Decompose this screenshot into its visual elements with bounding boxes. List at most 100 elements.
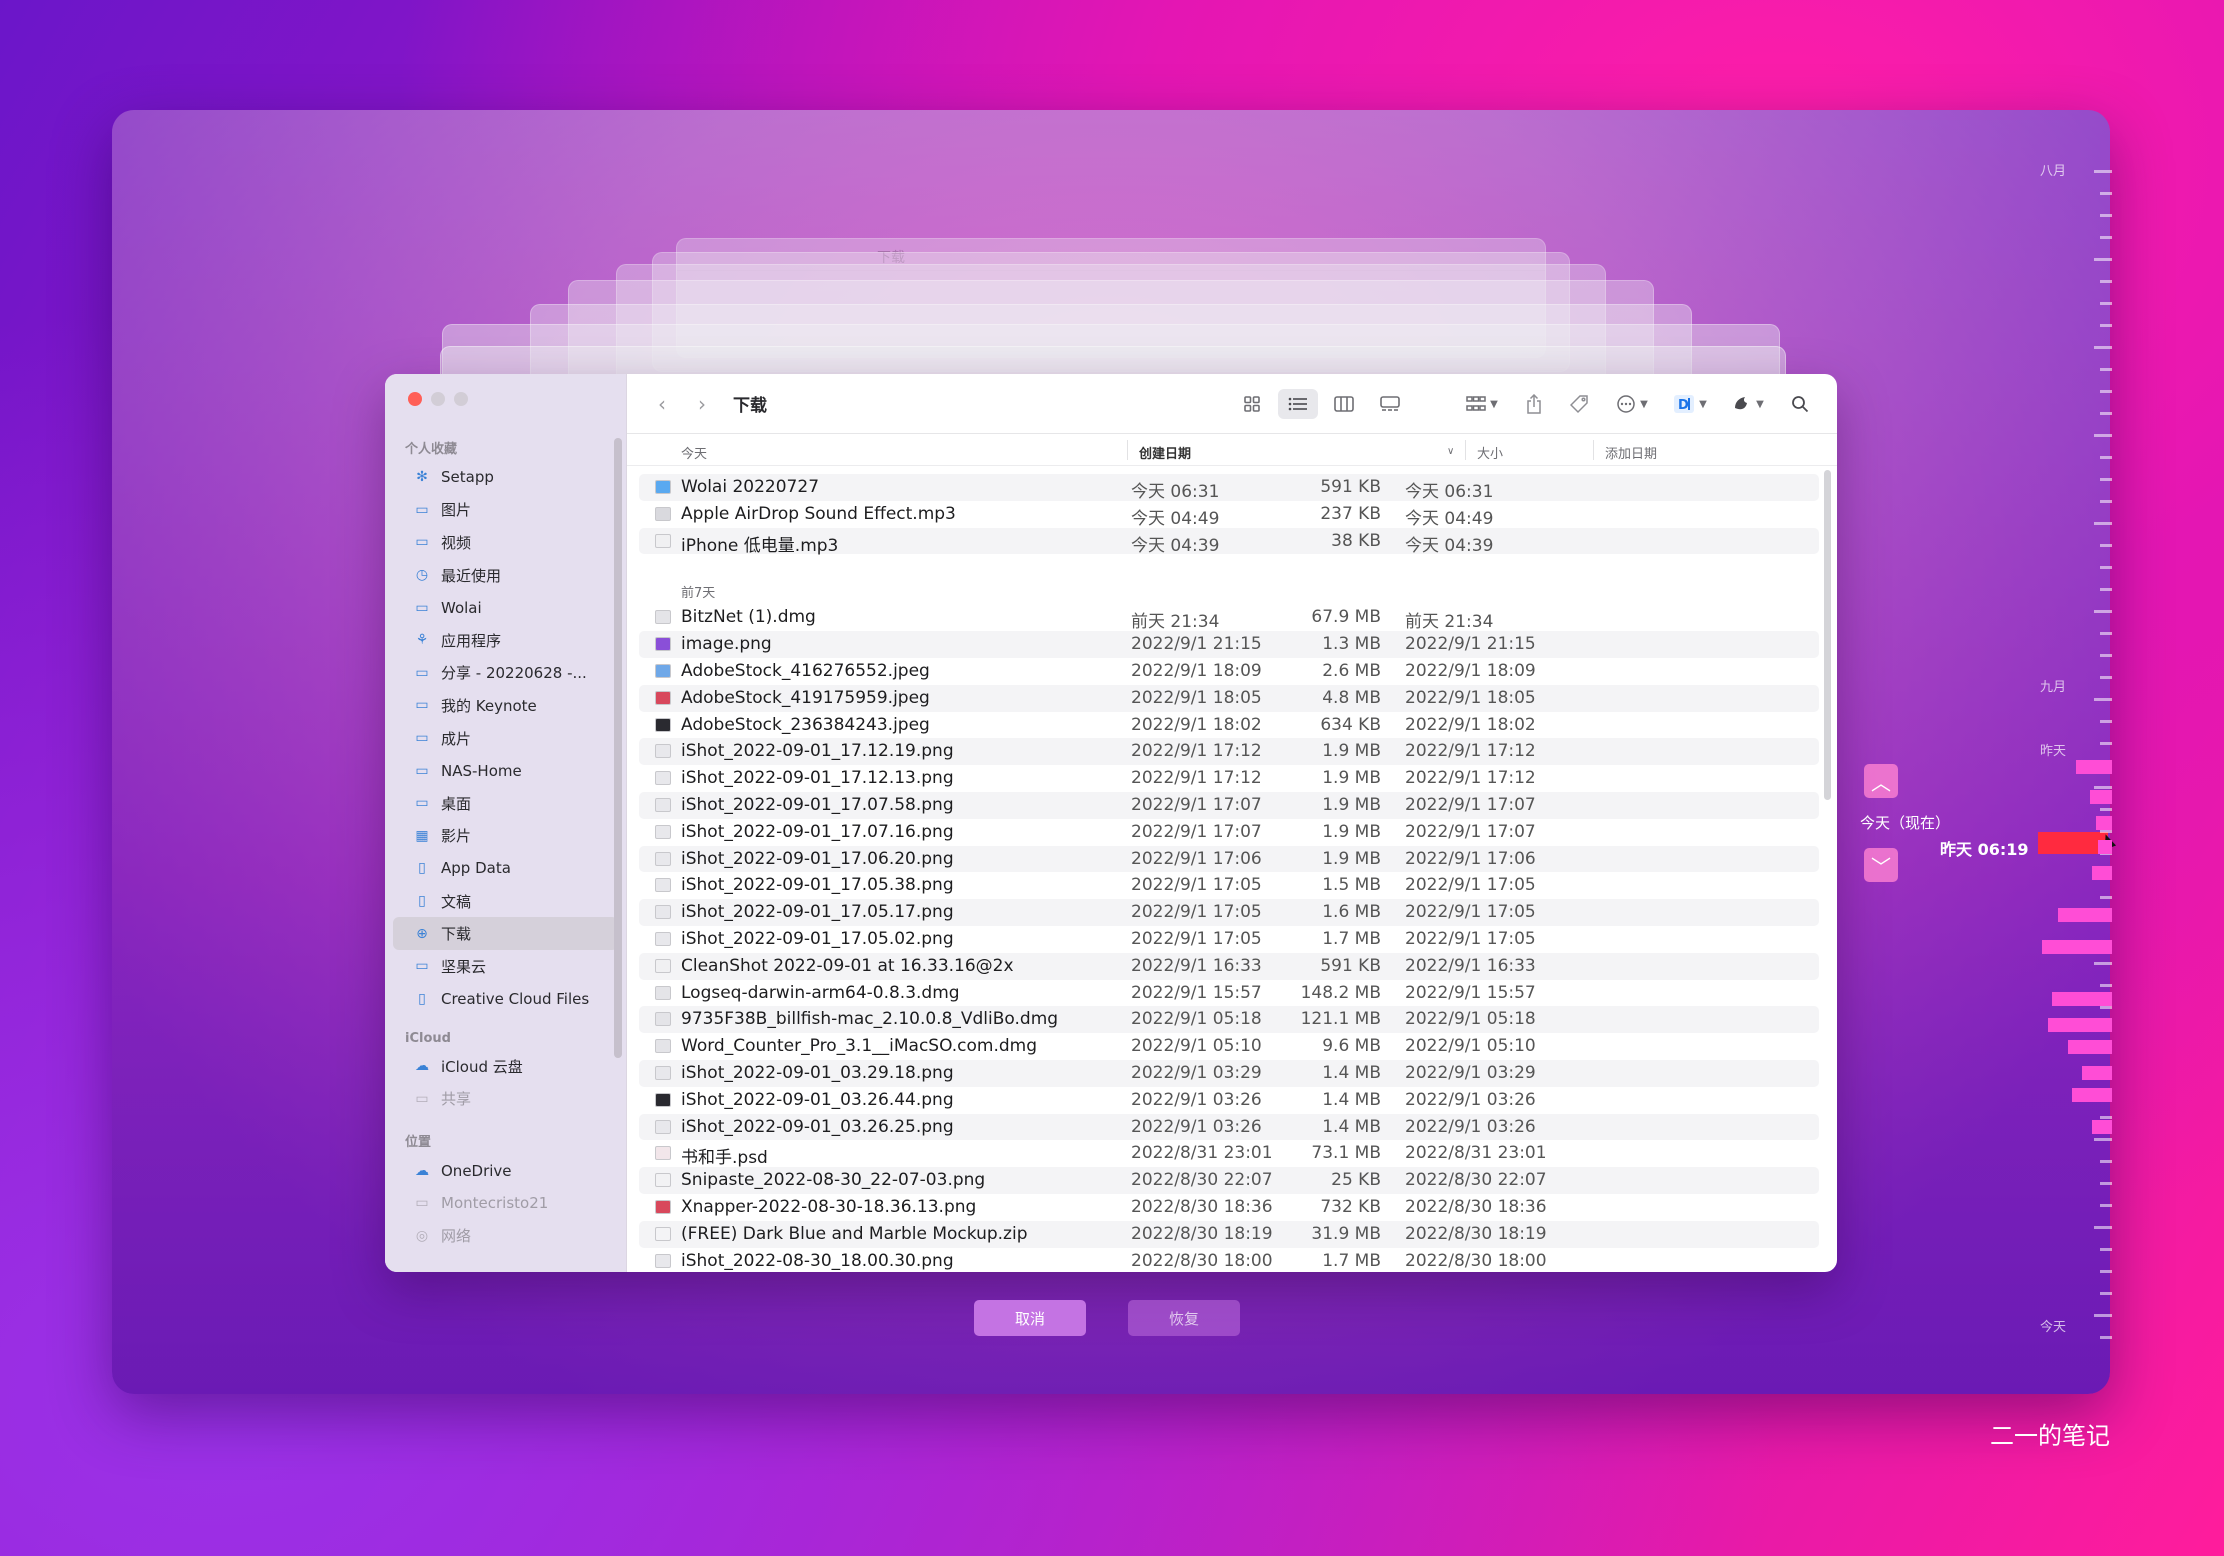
table-row[interactable]: AdobeStock_416276552.jpeg 2022/9/1 18:09 2… — [639, 658, 1819, 685]
sidebar-item[interactable]: ◎ 网络 — [393, 1219, 618, 1252]
sidebar-item[interactable]: ▭ NAS-Home — [393, 754, 618, 787]
group-by-icon[interactable]: ▼ — [1453, 389, 1511, 419]
timeline-tick[interactable] — [2100, 1248, 2112, 1251]
timeline-tick[interactable] — [2094, 170, 2112, 173]
sidebar-item[interactable]: ▭ 坚果云 — [393, 950, 618, 983]
timeline-tick[interactable] — [2094, 786, 2112, 789]
timeline-tick[interactable] — [2100, 830, 2112, 833]
sidebar-item[interactable]: ▯ 文稿 — [393, 885, 618, 918]
list-view-icon[interactable] — [1278, 389, 1318, 419]
timeline-snapshot-bar[interactable] — [2092, 1120, 2112, 1134]
timeline-tick[interactable] — [2100, 654, 2112, 657]
table-row[interactable]: iShot_2022-09-01_17.12.13.png 2022/9/1 17… — [639, 765, 1819, 792]
timeline-tick[interactable] — [2100, 192, 2112, 195]
table-row[interactable]: iShot_2022-09-01_17.06.20.png 2022/9/1 17… — [639, 845, 1819, 873]
timeline-tick[interactable] — [2100, 984, 2112, 987]
timeline-tick[interactable] — [2094, 258, 2112, 261]
sidebar-item[interactable]: ▭ 成片 — [393, 722, 618, 755]
timeline-tick[interactable] — [2100, 808, 2112, 811]
timeline-tick[interactable] — [2100, 1204, 2112, 1207]
sidebar-item[interactable]: ◷ 最近使用 — [393, 559, 618, 592]
sidebar-item[interactable]: ⚘ 应用程序 — [393, 624, 618, 657]
timeline-tick[interactable] — [2094, 1138, 2112, 1141]
table-row[interactable]: Word_Counter_Pro_3.1__iMacSO.com.dmg 2022… — [639, 1033, 1819, 1060]
sidebar-item[interactable]: ☁ OneDrive — [393, 1154, 618, 1187]
share-icon[interactable] — [1511, 389, 1557, 419]
timeline-snapshot-bar[interactable] — [2068, 1040, 2112, 1054]
search-icon[interactable] — [1777, 389, 1823, 419]
table-row[interactable]: CleanShot 2022-09-01 at 16.33.16@2x 2022/… — [639, 952, 1819, 980]
table-row[interactable]: 9735F38B_billfish-mac_2.10.0.8_VdliBo.dm… — [639, 1006, 1819, 1034]
table-row[interactable]: iPhone 低电量.mp3 今天 04:39 38 KB 今天 04:39 — [639, 527, 1819, 556]
timeline-tick[interactable] — [2094, 1314, 2112, 1317]
table-row[interactable]: iShot_2022-09-01_17.07.16.png 2022/9/1 17… — [639, 819, 1819, 846]
table-row[interactable]: iShot_2022-09-01_17.07.58.png 2022/9/1 17… — [639, 791, 1819, 819]
timeline-tick[interactable] — [2100, 676, 2112, 679]
timeline-snapshot-bar[interactable] — [2042, 940, 2112, 954]
table-row[interactable]: iShot_2022-09-01_03.29.18.png 2022/9/1 03… — [639, 1059, 1819, 1087]
file-list-scrollbar[interactable] — [1824, 470, 1831, 800]
table-row[interactable]: Wolai 20220727 今天 06:31 591 KB 今天 06:31 — [639, 474, 1819, 502]
sidebar-item[interactable]: ⊕ 下载 — [393, 917, 618, 950]
restore-button[interactable]: 恢复 — [1128, 1300, 1240, 1336]
sidebar-item[interactable]: ✻ Setapp — [393, 461, 618, 494]
timeline-tick[interactable] — [2100, 1336, 2112, 1339]
table-row[interactable]: iShot_2022-08-30_18.00.30.png 2022/8/30 1… — [639, 1248, 1819, 1272]
timeline-tick[interactable] — [2100, 280, 2112, 283]
timeline-tick[interactable] — [2100, 478, 2112, 481]
timeline-tick[interactable] — [2100, 896, 2112, 899]
table-row[interactable]: iShot_2022-09-01_17.05.38.png 2022/9/1 17… — [639, 872, 1819, 899]
icon-view-icon[interactable] — [1229, 389, 1275, 419]
timeline-tick[interactable] — [2094, 610, 2112, 613]
table-row[interactable]: iShot_2022-09-01_03.26.44.png 2022/9/1 03… — [639, 1087, 1819, 1114]
table-row[interactable]: image.png 2022/9/1 21:15 1.3 MB 2022/9/1 21… — [639, 631, 1819, 658]
timeline-snapshot-bar[interactable] — [2058, 908, 2112, 922]
table-row[interactable]: Xnapper-2022-08-30-18.36.13.png 2022/8/30… — [639, 1194, 1819, 1221]
timeline-tick[interactable] — [2100, 1270, 2112, 1273]
timeline-tick[interactable] — [2100, 236, 2112, 239]
timeline-tick[interactable] — [2100, 412, 2112, 415]
timeline-tick[interactable] — [2100, 720, 2112, 723]
timeline-tick[interactable] — [2100, 324, 2112, 327]
timeline-tick[interactable] — [2094, 962, 2112, 965]
table-row[interactable]: (FREE) Dark Blue and Marble Mockup.zip 20… — [639, 1220, 1819, 1248]
timeline-tick[interactable] — [2094, 522, 2112, 525]
timeline-snapshot-bar[interactable] — [2092, 866, 2112, 880]
column-header-name[interactable]: 今天 — [681, 443, 707, 462]
timeline-tick[interactable] — [2094, 698, 2112, 701]
column-divider[interactable] — [1593, 440, 1594, 460]
table-row[interactable]: AdobeStock_419175959.jpeg 2022/9/1 18:05 4… — [639, 684, 1819, 712]
table-row[interactable]: iShot_2022-09-01_03.26.25.png 2022/9/1 03… — [639, 1113, 1819, 1141]
sidebar-item[interactable]: ▭ 桌面 — [393, 787, 618, 820]
column-view-icon[interactable] — [1321, 389, 1367, 419]
column-divider[interactable] — [1127, 440, 1128, 460]
timeline-tick[interactable] — [2100, 544, 2112, 547]
timeline-tick[interactable] — [2100, 566, 2112, 569]
table-row[interactable]: Logseq-darwin-arm64-0.8.3.dmg 2022/9/1 15… — [639, 980, 1819, 1007]
timeline-tick[interactable] — [2100, 1182, 2112, 1185]
column-header-created[interactable]: 创建日期 — [1139, 443, 1191, 462]
timeline-tick[interactable] — [2094, 346, 2112, 349]
timeline-snapshot-bar[interactable] — [2082, 1066, 2112, 1080]
column-divider[interactable] — [1465, 440, 1466, 460]
sidebar-item[interactable]: ▯ App Data — [393, 852, 618, 885]
timeline-tick[interactable] — [2100, 500, 2112, 503]
column-header-size[interactable]: 大小 — [1477, 443, 1503, 462]
sidebar-item[interactable]: ▯ Creative Cloud Files — [393, 983, 618, 1016]
timeline-snapshot-bar[interactable] — [2090, 790, 2112, 804]
timeline-tick[interactable] — [2100, 368, 2112, 371]
close-button[interactable] — [408, 392, 422, 406]
timeline-snapshot-bar[interactable] — [2098, 840, 2112, 854]
timeline-tick[interactable] — [2100, 742, 2112, 745]
gallery-view-icon[interactable] — [1367, 389, 1413, 419]
sidebar-item[interactable]: ☁ iCloud 云盘 — [393, 1050, 618, 1083]
timeline-tick[interactable] — [2100, 1160, 2112, 1163]
timeline-tick[interactable] — [2094, 1226, 2112, 1229]
timeline-tick[interactable] — [2094, 434, 2112, 437]
timeline-tick[interactable] — [2100, 1292, 2112, 1295]
cancel-button[interactable]: 取消 — [974, 1300, 1086, 1336]
more-actions-icon[interactable]: ▼ — [1603, 389, 1661, 419]
back-button[interactable]: ‹ — [649, 392, 675, 416]
table-row[interactable]: iShot_2022-09-01_17.05.02.png 2022/9/1 17… — [639, 926, 1819, 953]
sidebar-item[interactable]: ▭ 共享 — [393, 1083, 618, 1116]
